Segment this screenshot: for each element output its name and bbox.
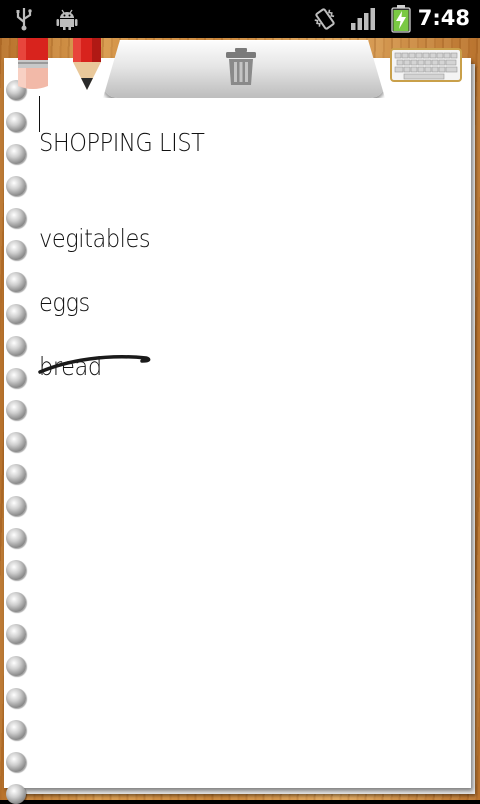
spiral-ring bbox=[6, 560, 26, 580]
keyboard-button[interactable] bbox=[390, 48, 462, 82]
spiral-ring bbox=[6, 176, 26, 196]
vibrate-icon bbox=[312, 7, 338, 35]
keyboard-icon bbox=[390, 48, 462, 82]
spiral-ring bbox=[6, 304, 26, 324]
spiral-binding bbox=[6, 80, 30, 804]
eraser-button[interactable] bbox=[16, 38, 50, 94]
spiral-ring bbox=[6, 720, 26, 740]
spiral-ring bbox=[6, 272, 26, 292]
trash-button[interactable] bbox=[222, 46, 260, 88]
signal-icon bbox=[350, 7, 376, 35]
usb-icon bbox=[14, 7, 34, 35]
android-debug-icon bbox=[55, 7, 79, 35]
spiral-ring bbox=[6, 656, 26, 676]
spiral-ring bbox=[6, 144, 26, 164]
spiral-ring bbox=[6, 464, 26, 484]
spiral-ring bbox=[6, 496, 26, 516]
spiral-ring bbox=[6, 752, 26, 772]
trash-icon bbox=[226, 48, 256, 85]
spiral-ring bbox=[6, 784, 26, 804]
spiral-ring bbox=[6, 592, 26, 612]
spiral-ring bbox=[6, 368, 26, 388]
spiral-ring bbox=[6, 336, 26, 356]
battery-charging-icon bbox=[391, 5, 411, 37]
spiral-ring bbox=[6, 432, 26, 452]
spiral-ring bbox=[6, 400, 26, 420]
pencil-button[interactable] bbox=[70, 38, 104, 94]
pencil-icon bbox=[73, 38, 101, 90]
spiral-ring bbox=[6, 688, 26, 708]
status-clock: 7:48 bbox=[417, 6, 470, 30]
note-content[interactable]: SHOPPING LIST vegitables eggs bread bbox=[38, 96, 458, 776]
note-line-title: SHOPPING LIST bbox=[39, 128, 205, 157]
eraser-icon bbox=[18, 38, 48, 89]
note-line: eggs bbox=[39, 288, 90, 317]
spiral-ring bbox=[6, 208, 26, 228]
spiral-ring bbox=[6, 624, 26, 644]
spiral-ring bbox=[6, 528, 26, 548]
status-bar: 7:48 bbox=[0, 0, 480, 38]
spiral-ring bbox=[6, 112, 26, 132]
strike-through-mark bbox=[38, 355, 151, 374]
spiral-ring bbox=[6, 240, 26, 260]
note-line: vegitables bbox=[39, 224, 151, 253]
